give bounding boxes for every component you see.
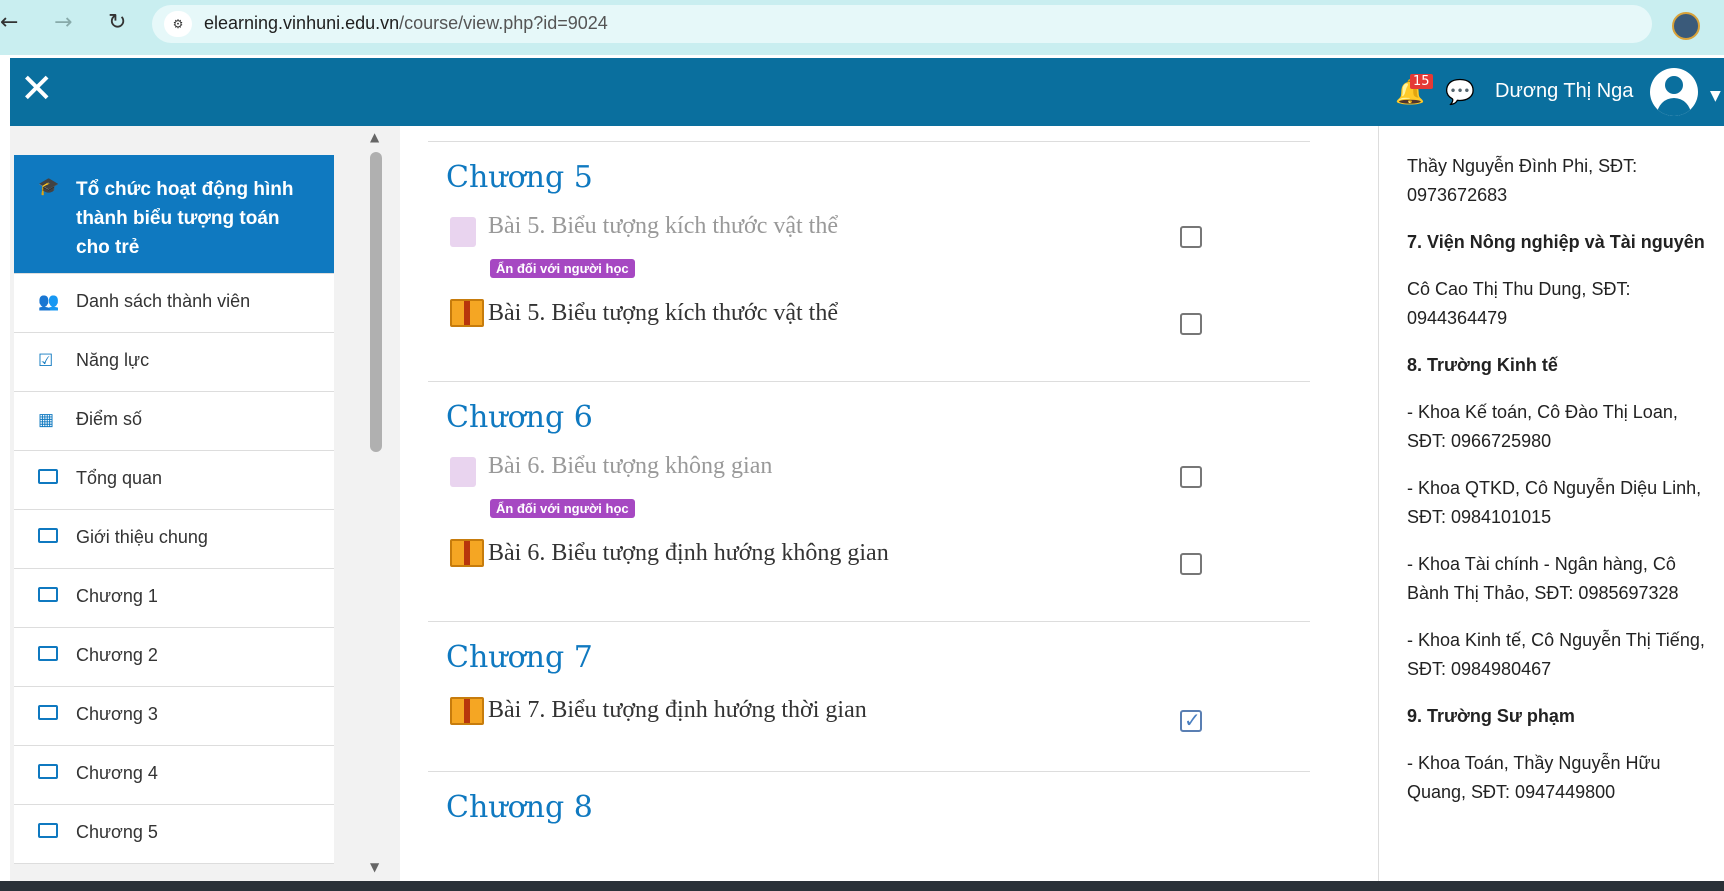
completion-checkbox[interactable]: [1180, 226, 1202, 248]
activity-link[interactable]: Bài 5. Biểu tượng kích thước vật thể: [488, 213, 838, 240]
folder-icon: [38, 587, 58, 607]
sidebar-item-chapter-1[interactable]: Chương 1: [14, 569, 334, 628]
page-icon: [450, 217, 476, 247]
completion-checkbox[interactable]: [1180, 313, 1202, 335]
scroll-up-icon[interactable]: ▲: [370, 130, 379, 144]
sidebar-item-chapter-2[interactable]: Chương 2: [14, 628, 334, 687]
browser-toolbar: ← → ↻ ⚙ elearning.vinhuni.edu.vn/course/…: [0, 0, 1724, 55]
url-domain: elearning.vinhuni.edu.vn: [204, 13, 400, 33]
completion-checkbox[interactable]: [1180, 553, 1202, 575]
right-block-panel: Thầy Nguyễn Đình Phi, SĐT: 0973672683 7.…: [1378, 126, 1724, 881]
activity-link[interactable]: Bài 5. Biểu tượng kích thước vật thể: [488, 300, 838, 327]
sidebar-item-label: Điểm số: [76, 409, 143, 429]
section-title[interactable]: Chương 5: [446, 160, 593, 195]
contact-block: Thầy Nguyễn Đình Phi, SĐT: 0973672683 7.…: [1407, 152, 1707, 825]
sidebar-item-chapter-3[interactable]: Chương 3: [14, 687, 334, 746]
sidebar-item-label: Giới thiệu chung: [76, 527, 208, 547]
section-title[interactable]: Chương 7: [446, 640, 593, 675]
contact-heading: 7. Viện Nông nghiệp và Tài nguyên: [1407, 232, 1705, 252]
section-chapter-5: Chương 5 Bài 5. Biểu tượng kích thước vậ…: [428, 141, 1310, 381]
sidebar-item-label: Tổng quan: [76, 468, 163, 488]
sidebar-item-label: Danh sách thành viên: [76, 291, 251, 311]
address-bar[interactable]: ⚙ elearning.vinhuni.edu.vn/course/view.p…: [152, 5, 1652, 43]
close-drawer-button[interactable]: ✕: [20, 66, 54, 112]
package-icon: [450, 697, 484, 725]
users-icon: 👥: [38, 292, 60, 311]
completion-checkbox-checked[interactable]: [1180, 708, 1202, 732]
bottom-taskbar: [0, 881, 1724, 891]
chat-bubble-icon[interactable]: 💬: [1445, 78, 1475, 106]
section-title[interactable]: Chương 8: [446, 790, 593, 825]
checkbox-icon: ☑: [38, 351, 54, 370]
sidebar-item-chapter-5[interactable]: Chương 5: [14, 805, 334, 864]
contact-text: Thầy Nguyễn Đình Phi, SĐT: 0973672683: [1407, 156, 1638, 205]
page-icon: [450, 457, 476, 487]
sidebar-item-label: Chương 4: [76, 763, 158, 783]
contact-text: - Khoa Kế toán, Cô Đào Thị Loan, SĐT: 09…: [1407, 402, 1678, 451]
contact-text: - Khoa Toán, Thầy Nguyễn Hữu Quang, SĐT:…: [1407, 753, 1661, 802]
package-icon: [450, 539, 484, 567]
reload-icon[interactable]: ↻: [108, 10, 126, 35]
section-chapter-8: Chương 8: [428, 771, 1310, 881]
hidden-badge: Ẩn đối với người học: [490, 259, 635, 278]
user-name[interactable]: Dương Thị Nga: [1495, 80, 1633, 103]
package-icon: [450, 299, 484, 327]
user-avatar[interactable]: [1650, 68, 1698, 116]
arrow-left-icon[interactable]: ←: [0, 10, 18, 35]
contact-text: Cô Cao Thị Thu Dung, SĐT: 0944364479: [1407, 279, 1631, 328]
notification-count-badge: 15: [1410, 74, 1433, 89]
arrow-right-icon[interactable]: →: [54, 10, 72, 35]
scroll-down-icon[interactable]: ▼: [370, 860, 379, 874]
folder-icon: [38, 764, 58, 784]
contact-text: - Khoa QTKD, Cô Nguyễn Diệu Linh, SĐT: 0…: [1407, 478, 1702, 527]
completion-checkbox[interactable]: [1180, 466, 1202, 488]
graduation-cap-icon: 🎓: [38, 177, 60, 196]
activity-link[interactable]: Bài 6. Biểu tượng định hướng không gian: [488, 540, 889, 567]
course-content: Chương 5 Bài 5. Biểu tượng kích thước vậ…: [410, 126, 1338, 881]
contact-heading: 9. Trường Sư phạm: [1407, 706, 1575, 726]
url-path: /course/view.php?id=9024: [399, 13, 608, 33]
url-text[interactable]: elearning.vinhuni.edu.vn/course/view.php…: [204, 13, 608, 34]
sidebar-item-label: Chương 1: [76, 586, 158, 606]
folder-icon: [38, 528, 58, 548]
table-icon: ▦: [38, 410, 55, 429]
browser-profile-avatar[interactable]: [1672, 12, 1700, 40]
sidebar-item-label: Chương 2: [76, 645, 158, 665]
sidebar-item-chapter-4[interactable]: Chương 4: [14, 746, 334, 805]
course-nav-list: 🎓 Tổ chức hoạt động hình thành biểu tượn…: [14, 155, 334, 864]
contact-text: - Khoa Kinh tế, Cô Nguyễn Thị Tiếng, SĐT…: [1407, 630, 1705, 679]
scrollbar-thumb[interactable]: [370, 152, 382, 452]
sidebar-item-competencies[interactable]: ☑ Năng lực: [14, 333, 334, 392]
folder-icon: [38, 469, 58, 489]
course-nav-drawer: 🎓 Tổ chức hoạt động hình thành biểu tượn…: [10, 126, 400, 881]
activity-link[interactable]: Bài 7. Biểu tượng định hướng thời gian: [488, 697, 867, 724]
site-header: ✕ 🔔 15 💬 Dương Thị Nga ▼: [10, 58, 1724, 126]
section-chapter-6: Chương 6 Bài 6. Biểu tượng không gian Ẩn…: [428, 381, 1310, 621]
sidebar-item-course[interactable]: 🎓 Tổ chức hoạt động hình thành biểu tượn…: [14, 155, 334, 274]
contact-text: - Khoa Tài chính - Ngân hàng, Cô Bành Th…: [1407, 554, 1679, 603]
site-info-icon[interactable]: ⚙: [164, 11, 192, 37]
folder-icon: [38, 705, 58, 725]
sidebar-item-label: Chương 5: [76, 822, 158, 842]
contact-heading: 8. Trường Kinh tế: [1407, 355, 1558, 375]
sidebar-scrollbar[interactable]: ▲ ▼: [366, 126, 388, 881]
sidebar-item-participants[interactable]: 👥 Danh sách thành viên: [14, 274, 334, 333]
folder-icon: [38, 646, 58, 666]
activity-link[interactable]: Bài 6. Biểu tượng không gian: [488, 453, 772, 480]
folder-icon: [38, 823, 58, 843]
sidebar-item-overview[interactable]: Tổng quan: [14, 451, 334, 510]
chevron-down-icon[interactable]: ▼: [1710, 88, 1721, 104]
section-chapter-7: Chương 7 Bài 7. Biểu tượng định hướng th…: [428, 621, 1310, 771]
sidebar-item-introduction[interactable]: Giới thiệu chung: [14, 510, 334, 569]
hidden-badge: Ẩn đối với người học: [490, 499, 635, 518]
sidebar-course-title: Tổ chức hoạt động hình thành biểu tượng …: [76, 179, 294, 258]
sidebar-item-label: Chương 3: [76, 704, 158, 724]
sidebar-item-label: Năng lực: [76, 350, 150, 370]
sidebar-item-grades[interactable]: ▦ Điểm số: [14, 392, 334, 451]
section-title[interactable]: Chương 6: [446, 400, 593, 435]
